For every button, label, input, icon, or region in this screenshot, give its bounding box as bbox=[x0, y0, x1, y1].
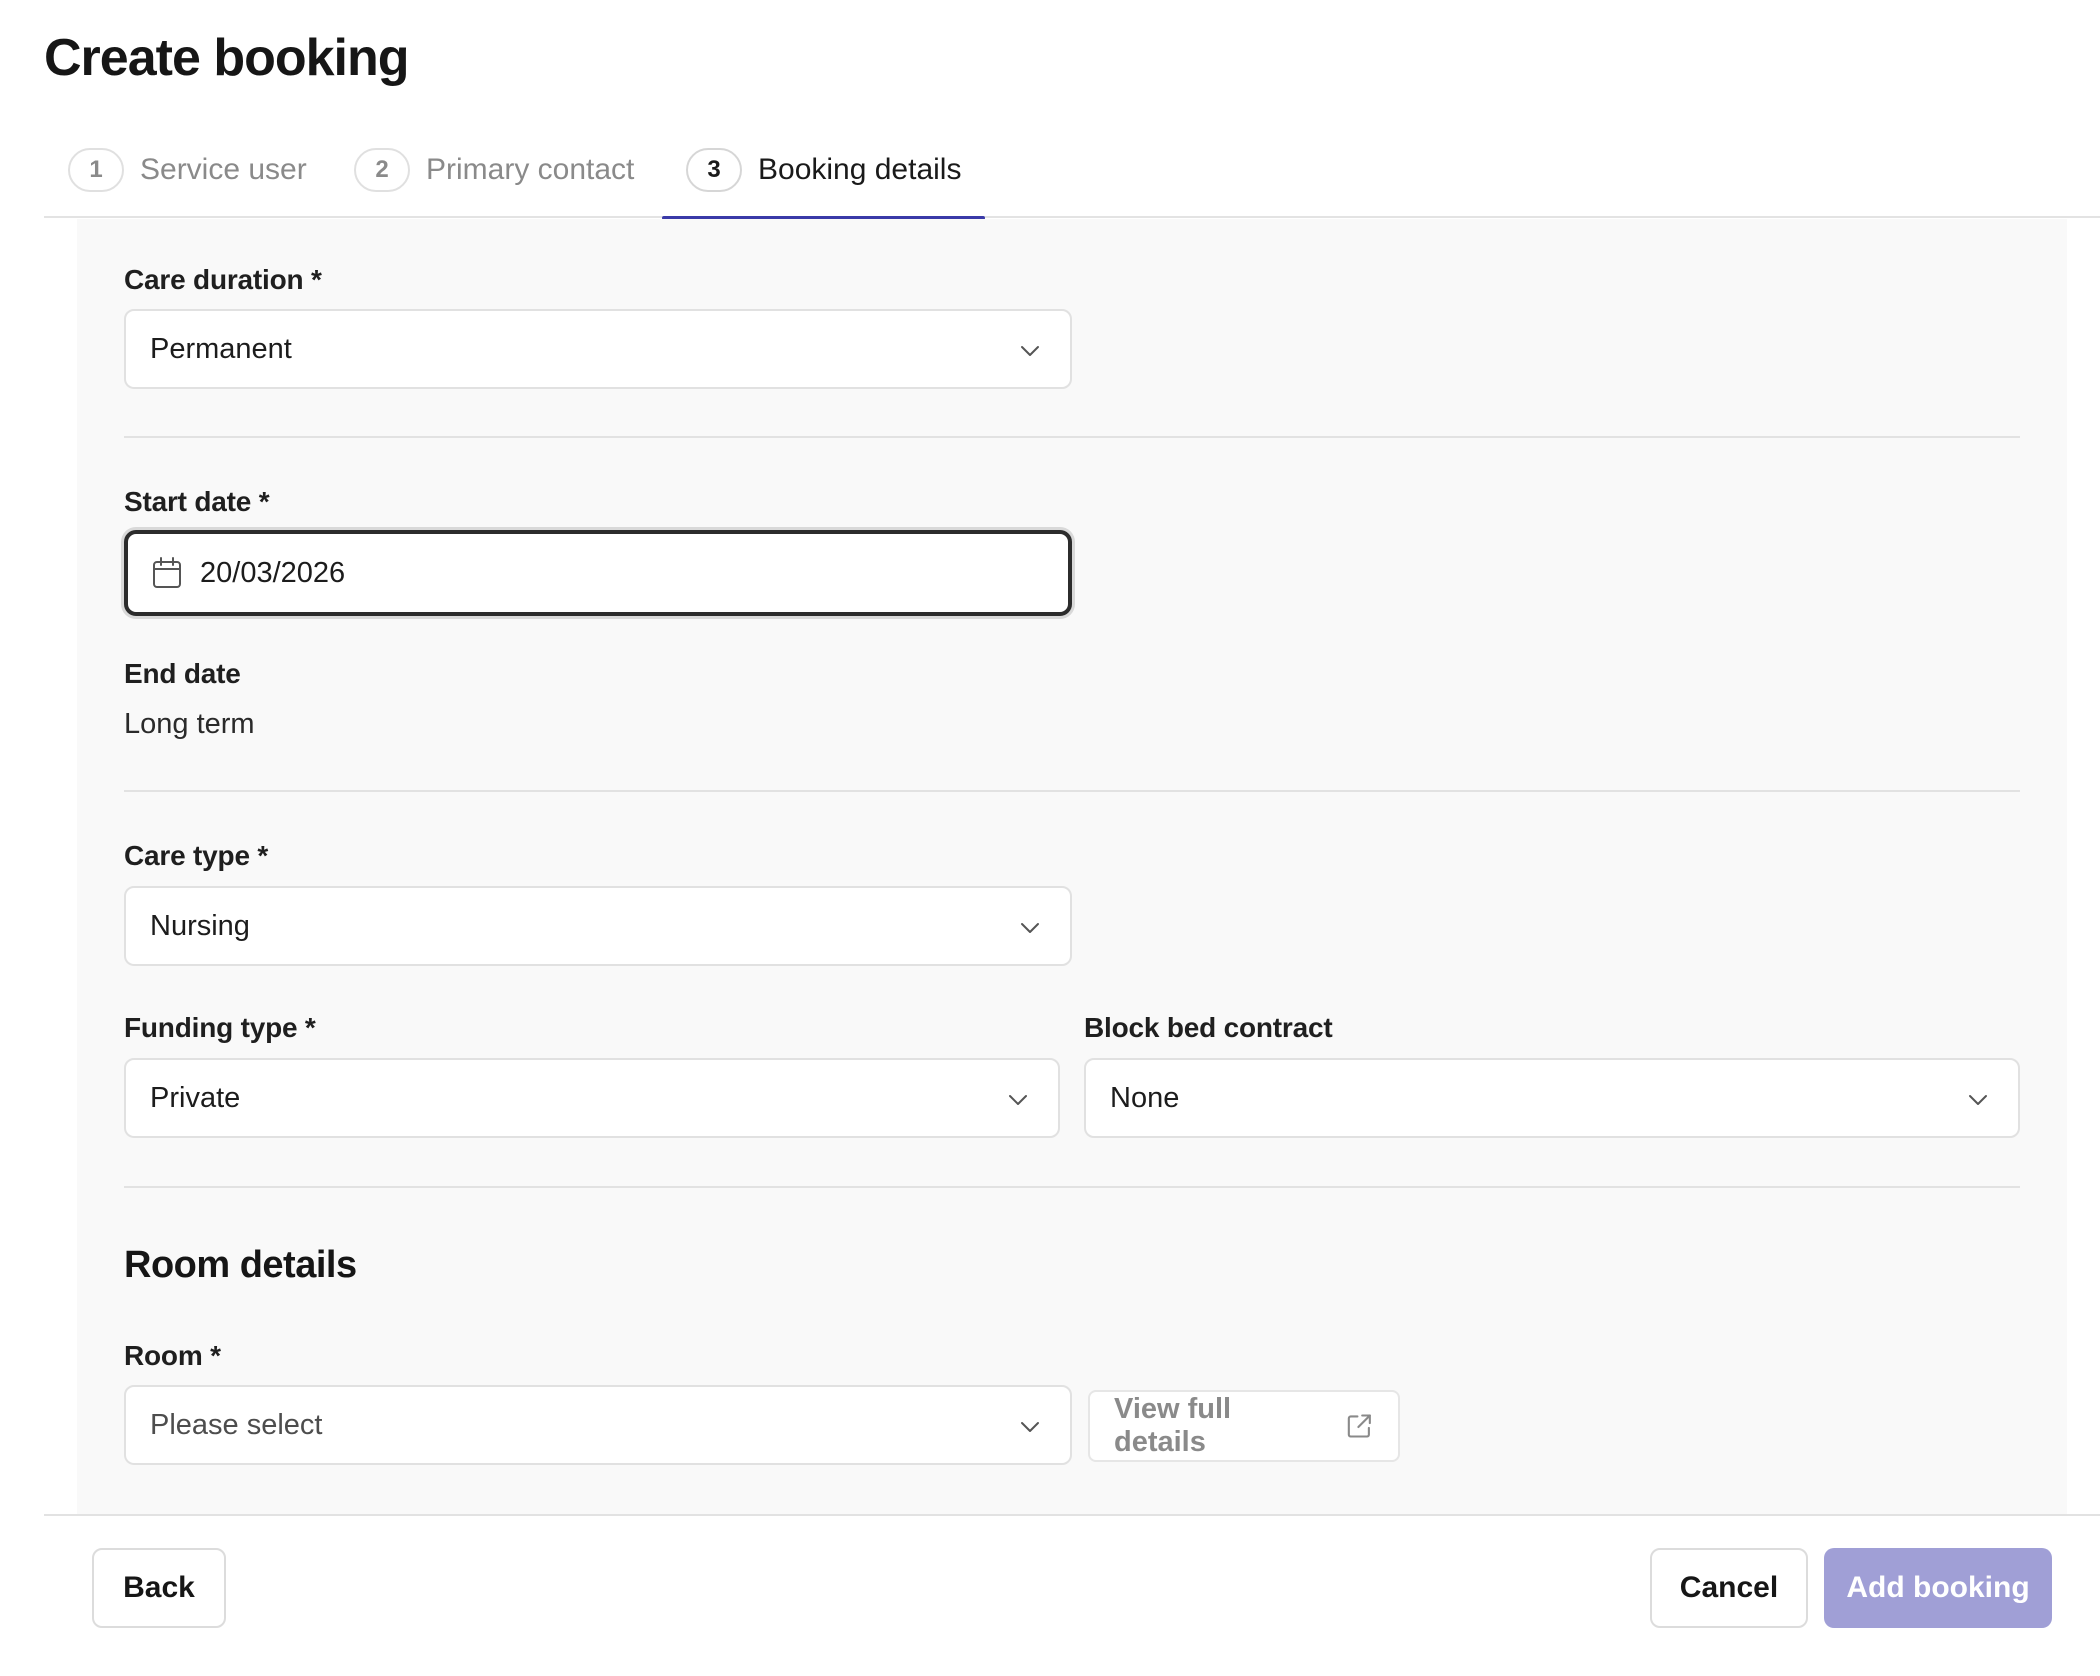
care-duration-value: Permanent bbox=[150, 332, 292, 365]
funding-type-label: Funding type * bbox=[124, 1012, 316, 1043]
end-date-value: Long term bbox=[124, 708, 255, 740]
room-placeholder: Please select bbox=[150, 1408, 323, 1441]
block-bed-contract-select[interactable]: None bbox=[1084, 1058, 2020, 1138]
funding-type-value: Private bbox=[150, 1081, 241, 1114]
external-link-icon bbox=[1348, 1414, 1372, 1438]
section-divider bbox=[124, 1186, 2020, 1188]
calendar-icon bbox=[153, 557, 181, 588]
chevron-down-icon bbox=[1021, 1422, 1039, 1432]
room-details-title: Room details bbox=[124, 1244, 357, 1286]
step-label: Service user bbox=[140, 153, 307, 186]
view-full-details-label: View full details bbox=[1114, 1393, 1232, 1458]
start-date-label: Start date * bbox=[124, 486, 270, 517]
step-primary-contact[interactable]: 2 Primary contact bbox=[354, 148, 634, 218]
step-service-user[interactable]: 1 Service user bbox=[68, 148, 307, 218]
block-bed-contract-label: Block bed contract bbox=[1084, 1012, 1333, 1043]
room-label: Room * bbox=[124, 1340, 221, 1371]
step-label: Booking details bbox=[758, 153, 962, 186]
booking-details-panel bbox=[77, 219, 2067, 1514]
care-duration-select[interactable]: Permanent bbox=[124, 309, 1072, 389]
step-number: 1 bbox=[68, 148, 124, 192]
chevron-down-icon bbox=[1969, 1095, 1987, 1105]
care-duration-label: Care duration * bbox=[124, 264, 322, 295]
funding-type-select[interactable]: Private bbox=[124, 1058, 1060, 1138]
step-booking-details[interactable]: 3 Booking details bbox=[661, 148, 986, 220]
start-date-input[interactable]: 20/03/2026 bbox=[124, 530, 1072, 616]
room-select[interactable]: Please select bbox=[124, 1385, 1072, 1465]
section-divider bbox=[124, 436, 2020, 438]
back-button[interactable]: Back bbox=[92, 1548, 226, 1628]
page-title: Create booking bbox=[44, 29, 409, 87]
end-date-label: End date bbox=[124, 658, 241, 689]
care-type-select[interactable]: Nursing bbox=[124, 886, 1072, 966]
section-divider bbox=[124, 790, 2020, 792]
view-full-details-button[interactable]: View full details bbox=[1088, 1390, 1400, 1462]
cancel-button[interactable]: Cancel bbox=[1650, 1548, 1808, 1628]
footer-divider bbox=[44, 1514, 2100, 1516]
booking-stepper: 1 Service user 2 Primary contact 3 Booki… bbox=[44, 148, 2100, 220]
care-type-label: Care type * bbox=[124, 840, 269, 871]
chevron-down-icon bbox=[1009, 1095, 1027, 1105]
start-date-value: 20/03/2026 bbox=[200, 556, 346, 589]
step-number: 3 bbox=[686, 148, 742, 192]
step-label: Primary contact bbox=[426, 153, 635, 186]
step-number: 2 bbox=[354, 148, 410, 192]
chevron-down-icon bbox=[1021, 923, 1039, 933]
chevron-down-icon bbox=[1021, 346, 1039, 356]
block-bed-contract-value: None bbox=[1110, 1081, 1180, 1114]
care-type-value: Nursing bbox=[150, 909, 250, 942]
add-booking-button[interactable]: Add booking bbox=[1824, 1548, 2052, 1628]
